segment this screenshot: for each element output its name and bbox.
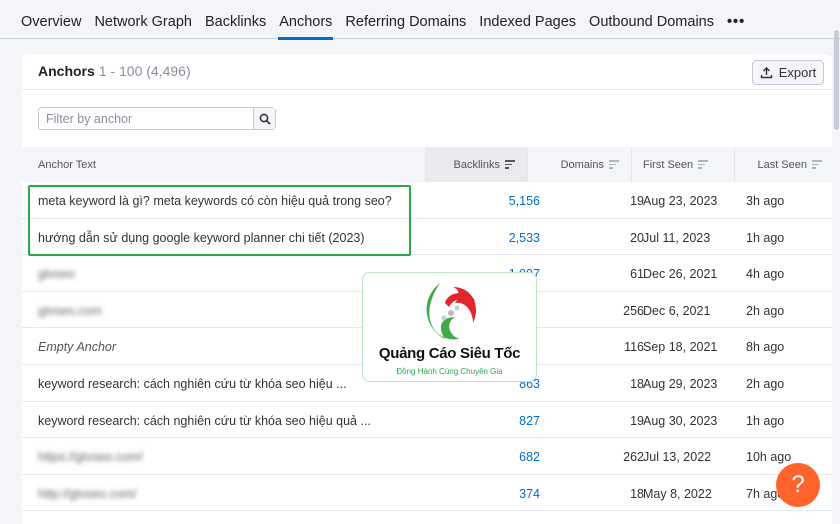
scrollbar[interactable]	[834, 30, 839, 130]
last-seen: 4h ago	[746, 267, 785, 282]
anchor-text: Empty Anchor	[38, 340, 117, 355]
domains-count: 116	[624, 340, 644, 355]
backlinks-count[interactable]: 374	[519, 487, 540, 501]
first-seen: Jul 11, 2023	[643, 230, 711, 245]
first-seen: Dec 6, 2021	[643, 303, 711, 318]
table-row: https://gtvseo.com/682 262 Jul 13, 2022 10h…	[22, 438, 832, 475]
backlinks-count[interactable]: 5,156	[509, 194, 540, 208]
tab-indexed-pages[interactable]: Indexed Pages	[479, 0, 576, 39]
sort-icon	[698, 158, 709, 171]
filter-field	[38, 107, 276, 130]
first-seen: Aug 30, 2023	[643, 413, 718, 428]
logo-swirl-icon	[426, 283, 477, 340]
tab-network-graph[interactable]: Network Graph	[94, 0, 192, 39]
backlinks-count[interactable]: 827	[519, 414, 540, 428]
filter-input[interactable]	[39, 108, 253, 129]
first-seen: May 8, 2022	[643, 486, 712, 501]
table-row: http://gtvseo.com/374 18 May 8, 2022 7h ago	[22, 475, 832, 512]
watermark-name: Quảng Cáo Siêu Tốc	[378, 345, 521, 362]
watermark-slogan: Đồng Hành Cùng Chuyên Gia	[396, 367, 503, 376]
last-seen: 8h ago	[746, 340, 785, 355]
sort-icon	[609, 158, 619, 171]
search-icon	[259, 113, 271, 125]
domains-count: 262	[623, 450, 644, 465]
domains-count: 19	[630, 413, 644, 428]
last-seen: 3h ago	[746, 194, 785, 208]
tab-bar: Overview Network Graph Backlinks Anchors Ref…	[0, 0, 840, 40]
domains-count: 19	[630, 194, 644, 208]
domains-count: 256	[623, 303, 644, 318]
col-last-seen[interactable]: Last Seen	[735, 147, 832, 182]
search-button[interactable]	[253, 108, 275, 129]
col-label: Domains	[560, 158, 604, 171]
anchor-text: keyword research: cách nghiên cứu từ khó…	[38, 377, 347, 391]
table-row: keyword research: cách nghiên cứu từ khó…	[22, 402, 832, 439]
anchor-text: https://gtvseo.com/	[38, 450, 143, 465]
first-seen: Dec 26, 2021	[643, 267, 718, 282]
sort-icon	[505, 158, 515, 171]
watermark-logo: Quảng Cáo Siêu Tốc Đồng Hành Cùng Chuyên…	[362, 272, 537, 382]
sort-icon	[812, 158, 822, 171]
last-seen: 1h ago	[746, 230, 785, 245]
table-header: Anchor Text Backlinks Domains First Seen…	[22, 147, 832, 182]
col-label: Last Seen	[757, 158, 807, 171]
backlinks-count[interactable]: 682	[519, 450, 540, 464]
domains-count: 18	[630, 486, 644, 501]
col-domains[interactable]: Domains	[528, 147, 632, 182]
last-seen: 10h ago	[746, 450, 792, 465]
upload-icon	[760, 67, 772, 79]
col-backlinks[interactable]: Backlinks	[425, 147, 528, 182]
title-text: Anchors	[38, 63, 95, 79]
col-label: First Seen	[643, 158, 694, 171]
export-button[interactable]: Export	[752, 60, 824, 85]
domains-count: 18	[630, 377, 644, 391]
first-seen: Aug 29, 2023	[643, 377, 718, 391]
col-first-seen[interactable]: First Seen	[632, 147, 735, 182]
tab-outbound-domains[interactable]: Outbound Domains	[589, 0, 714, 39]
highlight-box	[28, 185, 411, 256]
col-label: Backlinks	[453, 158, 500, 171]
tab-anchors[interactable]: Anchors	[278, 0, 334, 40]
domains-count: 20	[630, 230, 644, 245]
card-title: Anchors 1 - 100 (4,496)	[38, 63, 191, 79]
tab-referring-domains[interactable]: Referring Domains	[345, 0, 466, 39]
more-tabs-button[interactable]: •••	[727, 0, 745, 39]
tab-overview[interactable]: Overview	[21, 0, 81, 39]
anchor-text: keyword research: cách nghiên cứu từ khó…	[38, 413, 371, 428]
first-seen: Jul 13, 2022	[643, 450, 712, 465]
divider	[22, 89, 832, 90]
tab-backlinks[interactable]: Backlinks	[205, 0, 266, 39]
last-seen: 2h ago	[746, 377, 785, 391]
first-seen: Sep 18, 2021	[643, 340, 718, 355]
col-anchor-text: Anchor Text	[22, 147, 425, 182]
anchor-text: gtvseo.com	[38, 303, 102, 318]
anchor-text: gtvseo	[38, 267, 75, 282]
last-seen: 2h ago	[746, 303, 785, 318]
domains-count: 61	[630, 267, 644, 282]
first-seen: Aug 23, 2023	[643, 194, 718, 208]
backlinks-count[interactable]: 2,533	[509, 231, 540, 245]
col-label: Anchor Text	[38, 158, 96, 171]
anchor-text: http://gtvseo.com/	[38, 486, 137, 501]
help-button[interactable]: ?	[776, 463, 820, 507]
last-seen: 1h ago	[746, 413, 785, 428]
export-label: Export	[778, 65, 817, 80]
result-range: 1 - 100 (4,496)	[98, 63, 191, 79]
